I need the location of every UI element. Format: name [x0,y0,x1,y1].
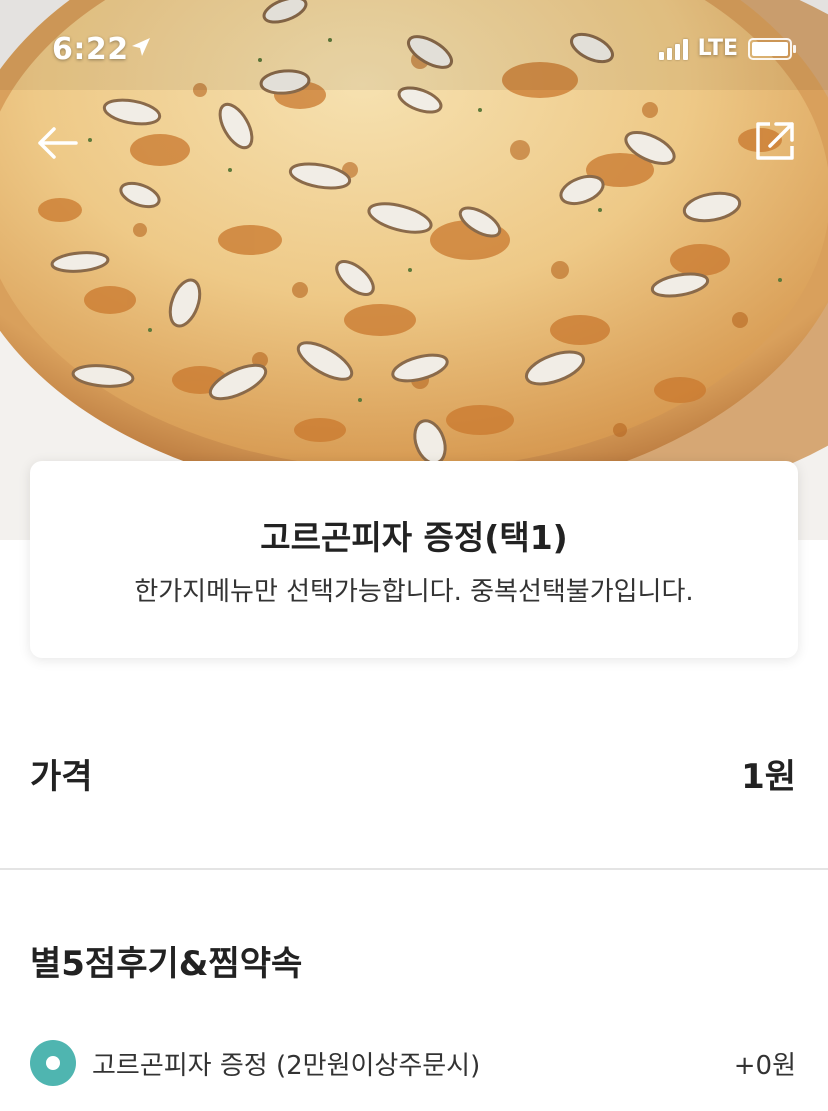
arrow-left-icon [38,127,78,159]
option-price: +0원 [733,1050,796,1081]
share-button[interactable] [752,118,798,164]
status-time: 6:22 [52,32,129,67]
share-external-icon [756,122,794,160]
section-divider [0,868,828,870]
status-indicators: LTE [658,36,796,61]
network-type: LTE [697,36,738,61]
options-section-title: 별5점후기&찜약속 [30,944,303,984]
menu-title: 고르곤피자 증정(택1) [260,518,568,557]
price-row: 가격 1원 [30,748,796,798]
battery-icon [748,37,796,60]
location-arrow-icon [132,38,150,56]
menu-description: 한가지메뉴만 선택가능합니다. 중복선택불가입니다. [134,577,694,607]
option-item[interactable]: 고르곤피자 증정 (2만원이상주문시) +0원 [30,1038,796,1088]
option-label: 고르곤피자 증정 (2만원이상주문시) [92,1050,481,1081]
price-value: 1원 [741,756,796,797]
status-bar: 6:22 LTE [0,0,828,100]
price-label: 가격 [30,756,93,797]
back-button[interactable] [34,118,84,168]
menu-info-card: 고르곤피자 증정(택1) 한가지메뉴만 선택가능합니다. 중복선택불가입니다. [30,461,798,658]
signal-icon [658,38,688,60]
radio-selected-icon[interactable] [30,1040,76,1086]
